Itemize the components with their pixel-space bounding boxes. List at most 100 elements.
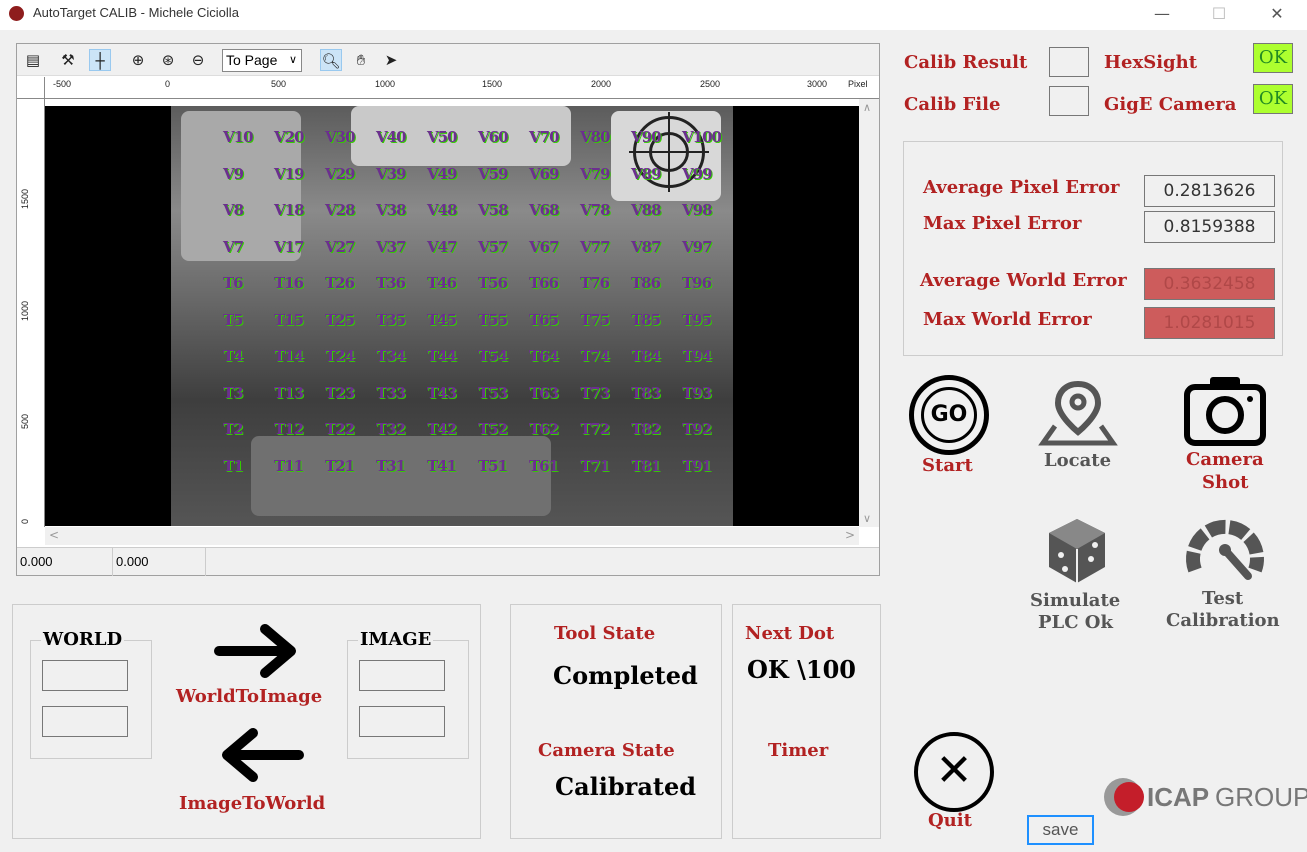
test-calibration-button[interactable]: Test Calibration: [1160, 510, 1290, 635]
calib-file-label: Calib File: [904, 94, 1001, 115]
target-label: T85: [631, 310, 661, 329]
calib-result-label: Calib Result: [904, 52, 1028, 73]
ruler-tick-label: 1000: [375, 79, 396, 89]
target-label: V20: [274, 128, 304, 146]
target-label: T81: [631, 456, 661, 475]
crosshair-icon[interactable]: ┼: [89, 49, 111, 71]
target-label: V27: [325, 237, 355, 256]
simulate-plc-ok-button[interactable]: Simulate PLC Ok: [1025, 515, 1129, 635]
layers-icon[interactable]: ▤: [22, 49, 44, 71]
target-label: T75: [580, 310, 610, 329]
arrow-left-icon[interactable]: [215, 725, 305, 785]
maximize-button[interactable]: ☐: [1204, 3, 1234, 27]
ruler-tick-label: 2500: [700, 79, 721, 89]
target-label: V9: [223, 164, 244, 183]
target-label: T91: [682, 456, 712, 475]
simulate-label: PLC Ok: [1038, 612, 1113, 633]
image-canvas[interactable]: V10 V20 V30 V40 V50 V60 V70 V80 V90 V100 V9 V19 V29 V…: [45, 106, 859, 526]
minimize-button[interactable]: —: [1147, 3, 1177, 27]
image-group: IMAGE: [347, 629, 469, 759]
target-label: T21: [325, 456, 355, 475]
target-label: V68: [529, 201, 559, 219]
status-y: 0.000: [113, 548, 206, 576]
target-label: V39: [376, 164, 406, 183]
target-label: V47: [427, 237, 457, 256]
target-label: T31: [376, 456, 406, 475]
target-label: T53: [478, 383, 508, 402]
timer-label: Timer: [768, 740, 829, 761]
next-dot-label: Next Dot: [745, 623, 835, 644]
target-label: T51: [478, 456, 508, 475]
target-label: T83: [631, 383, 661, 402]
world-x-input[interactable]: [42, 660, 128, 691]
target-label: T62: [529, 420, 559, 438]
target-label: T26: [325, 274, 355, 292]
target-label: T14: [274, 347, 304, 365]
zoom-select[interactable]: To Page ∨: [222, 49, 302, 72]
image-x-input[interactable]: [359, 660, 445, 691]
world-y-input[interactable]: [42, 706, 128, 737]
target-label: T56: [478, 274, 508, 292]
target-label: T71: [580, 456, 610, 475]
save-button[interactable]: save: [1027, 815, 1094, 845]
target-label: T42: [427, 420, 457, 438]
avg-pixel-error-label: Average Pixel Error: [923, 177, 1120, 198]
target-label: V18: [274, 201, 304, 219]
state-panel: Tool State Completed Camera State Calibr…: [510, 604, 722, 839]
world-to-image-button[interactable]: WorldToImage: [176, 686, 322, 707]
target-label: V38: [376, 201, 406, 219]
target-label: T96: [682, 274, 712, 292]
target-label: V48: [427, 201, 457, 219]
close-button[interactable]: ✕: [1262, 3, 1292, 27]
target-label: V60: [478, 128, 508, 146]
target-label: T82: [631, 420, 661, 438]
target-label: T5: [223, 310, 244, 329]
target-label: T4: [223, 347, 244, 365]
pan-hand-icon[interactable]: ✋︎: [350, 49, 372, 71]
zoom-fit-icon[interactable]: ⊛: [157, 49, 179, 71]
next-dot-value: OK \100: [747, 655, 856, 684]
target-label: T55: [478, 310, 508, 329]
max-pixel-error-value: 0.8159388: [1144, 211, 1275, 243]
zoom-in-icon[interactable]: ⊕: [127, 49, 149, 71]
tool-state-value: Completed: [553, 661, 698, 690]
zoom-out-icon[interactable]: ⊖: [187, 49, 209, 71]
target-label: T33: [376, 383, 406, 402]
gige-camera-status: OK: [1253, 84, 1293, 114]
horizontal-scrollbar[interactable]: < >: [45, 527, 859, 545]
world-label: WORLD: [41, 629, 125, 650]
camera-state-value: Calibrated: [555, 772, 696, 801]
target-label: T52: [478, 420, 508, 438]
camera-shot-button[interactable]: Camera Shot: [1182, 373, 1274, 495]
locate-button[interactable]: Locate: [1035, 380, 1125, 480]
target-label: T23: [325, 383, 355, 402]
chevron-down-icon: ∨: [288, 54, 297, 66]
target-label: T93: [682, 383, 712, 402]
target-label: T22: [325, 420, 355, 438]
target-label: V88: [631, 201, 661, 219]
target-label: T95: [682, 310, 712, 329]
quit-button[interactable]: ✕ Quit: [910, 730, 1000, 835]
target-label: T72: [580, 420, 610, 438]
target-label: V28: [325, 201, 355, 219]
target-label: V40: [376, 128, 406, 146]
tools-icon[interactable]: ⚒: [57, 49, 79, 71]
search-icon[interactable]: 🔍︎: [320, 49, 342, 71]
target-label: T63: [529, 383, 559, 402]
logo-text: GROUP: [1215, 782, 1307, 812]
pointer-icon[interactable]: ➤: [380, 49, 402, 71]
vertical-scrollbar[interactable]: ∧ ∨: [859, 99, 879, 527]
ruler-tick-label: -500: [53, 79, 72, 89]
arrow-right-icon[interactable]: [213, 621, 303, 681]
simulate-label: Simulate: [1030, 590, 1121, 611]
cube-circuit-icon: [1049, 519, 1105, 583]
target-label: V77: [580, 237, 610, 256]
target-label: V90: [631, 128, 661, 146]
image-y-input[interactable]: [359, 706, 445, 737]
target-label: V89: [631, 164, 661, 183]
conversion-panel: WORLD IMAGE WorldToImage ImageToWorld: [12, 604, 481, 839]
start-button[interactable]: GO Start: [905, 373, 991, 483]
image-to-world-button[interactable]: ImageToWorld: [179, 793, 325, 814]
target-label: T74: [580, 347, 610, 365]
ruler-tick-label: 1500: [20, 188, 30, 209]
